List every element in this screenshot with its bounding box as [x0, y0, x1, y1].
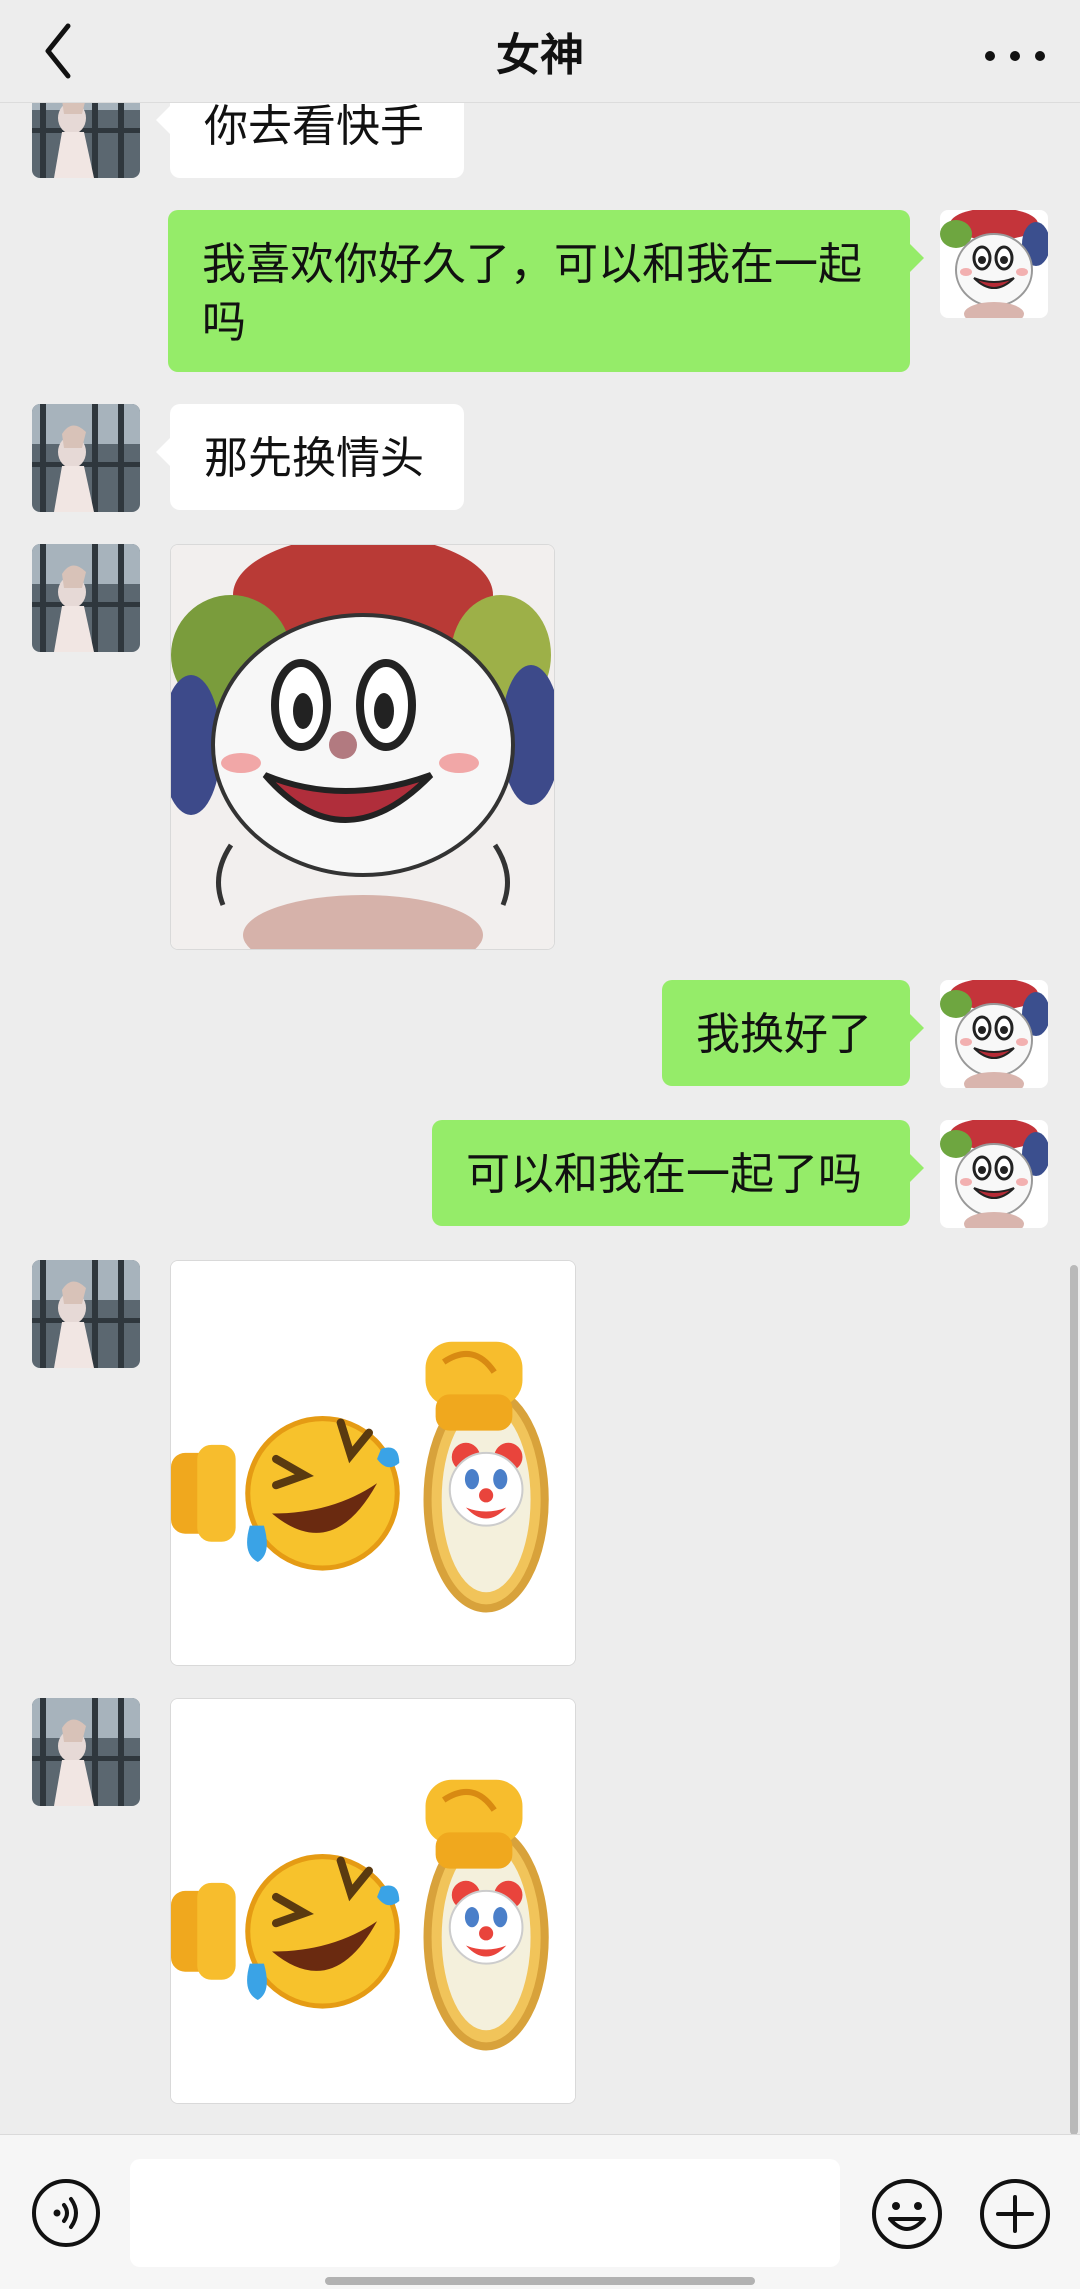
- message-text: 那先换情头: [204, 433, 424, 484]
- my-avatar[interactable]: [940, 210, 1048, 318]
- clown-cartoon-sticker[interactable]: [170, 544, 555, 950]
- contact-avatar[interactable]: [32, 1260, 140, 1368]
- scrollbar[interactable]: [1070, 1265, 1078, 2135]
- plus-icon: [980, 2179, 1050, 2249]
- voice-icon: [32, 2179, 100, 2247]
- outgoing-text-bubble[interactable]: 我喜欢你好久了，可以和我在一起吗: [168, 210, 924, 372]
- incoming-text-bubble[interactable]: 那先换情头: [156, 404, 464, 510]
- contact-avatar[interactable]: [32, 102, 140, 178]
- message-input[interactable]: [130, 2159, 840, 2267]
- contact-avatar[interactable]: [32, 1698, 140, 1806]
- add-button[interactable]: [978, 2177, 1052, 2251]
- message-text: 我换好了: [696, 1009, 872, 1060]
- outgoing-text-bubble[interactable]: 我换好了: [662, 980, 924, 1086]
- voice-button[interactable]: [30, 2177, 102, 2249]
- chevron-left-icon: [45, 23, 71, 79]
- contact-avatar[interactable]: [32, 404, 140, 512]
- message-text: 可以和我在一起了吗: [466, 1149, 862, 1200]
- laughing-emoji-clown-mirror-sticker[interactable]: [170, 1698, 576, 2104]
- laughing-clown-mirror-image: [171, 1261, 575, 1665]
- more-button[interactable]: [980, 20, 1050, 82]
- contact-avatar[interactable]: [32, 544, 140, 652]
- message-text: 我喜欢你好久了，可以和我在一起吗: [202, 239, 862, 348]
- incoming-text-bubble[interactable]: 你去看快手: [156, 102, 464, 178]
- message-list[interactable]: 你去看快手 我喜欢你好久了，可以和我在一起吗 那先换情头 我换好了 可以和我在一…: [0, 102, 1080, 2134]
- chat-header: 女神: [0, 0, 1080, 103]
- back-button[interactable]: [36, 18, 96, 84]
- emoji-icon: [872, 2179, 942, 2249]
- home-indicator[interactable]: [325, 2277, 755, 2285]
- clown-face-image: [171, 545, 554, 949]
- emoji-button[interactable]: [870, 2177, 944, 2251]
- chat-title: 女神: [496, 30, 584, 81]
- outgoing-text-bubble[interactable]: 可以和我在一起了吗: [432, 1120, 924, 1226]
- more-dots-icon: [985, 51, 1045, 61]
- input-bar: [0, 2134, 1080, 2289]
- laughing-emoji-clown-mirror-sticker[interactable]: [170, 1260, 576, 1666]
- my-avatar[interactable]: [940, 1120, 1048, 1228]
- my-avatar[interactable]: [940, 980, 1048, 1088]
- laughing-clown-mirror-image: [171, 1699, 575, 2103]
- message-text: 你去看快手: [204, 102, 424, 152]
